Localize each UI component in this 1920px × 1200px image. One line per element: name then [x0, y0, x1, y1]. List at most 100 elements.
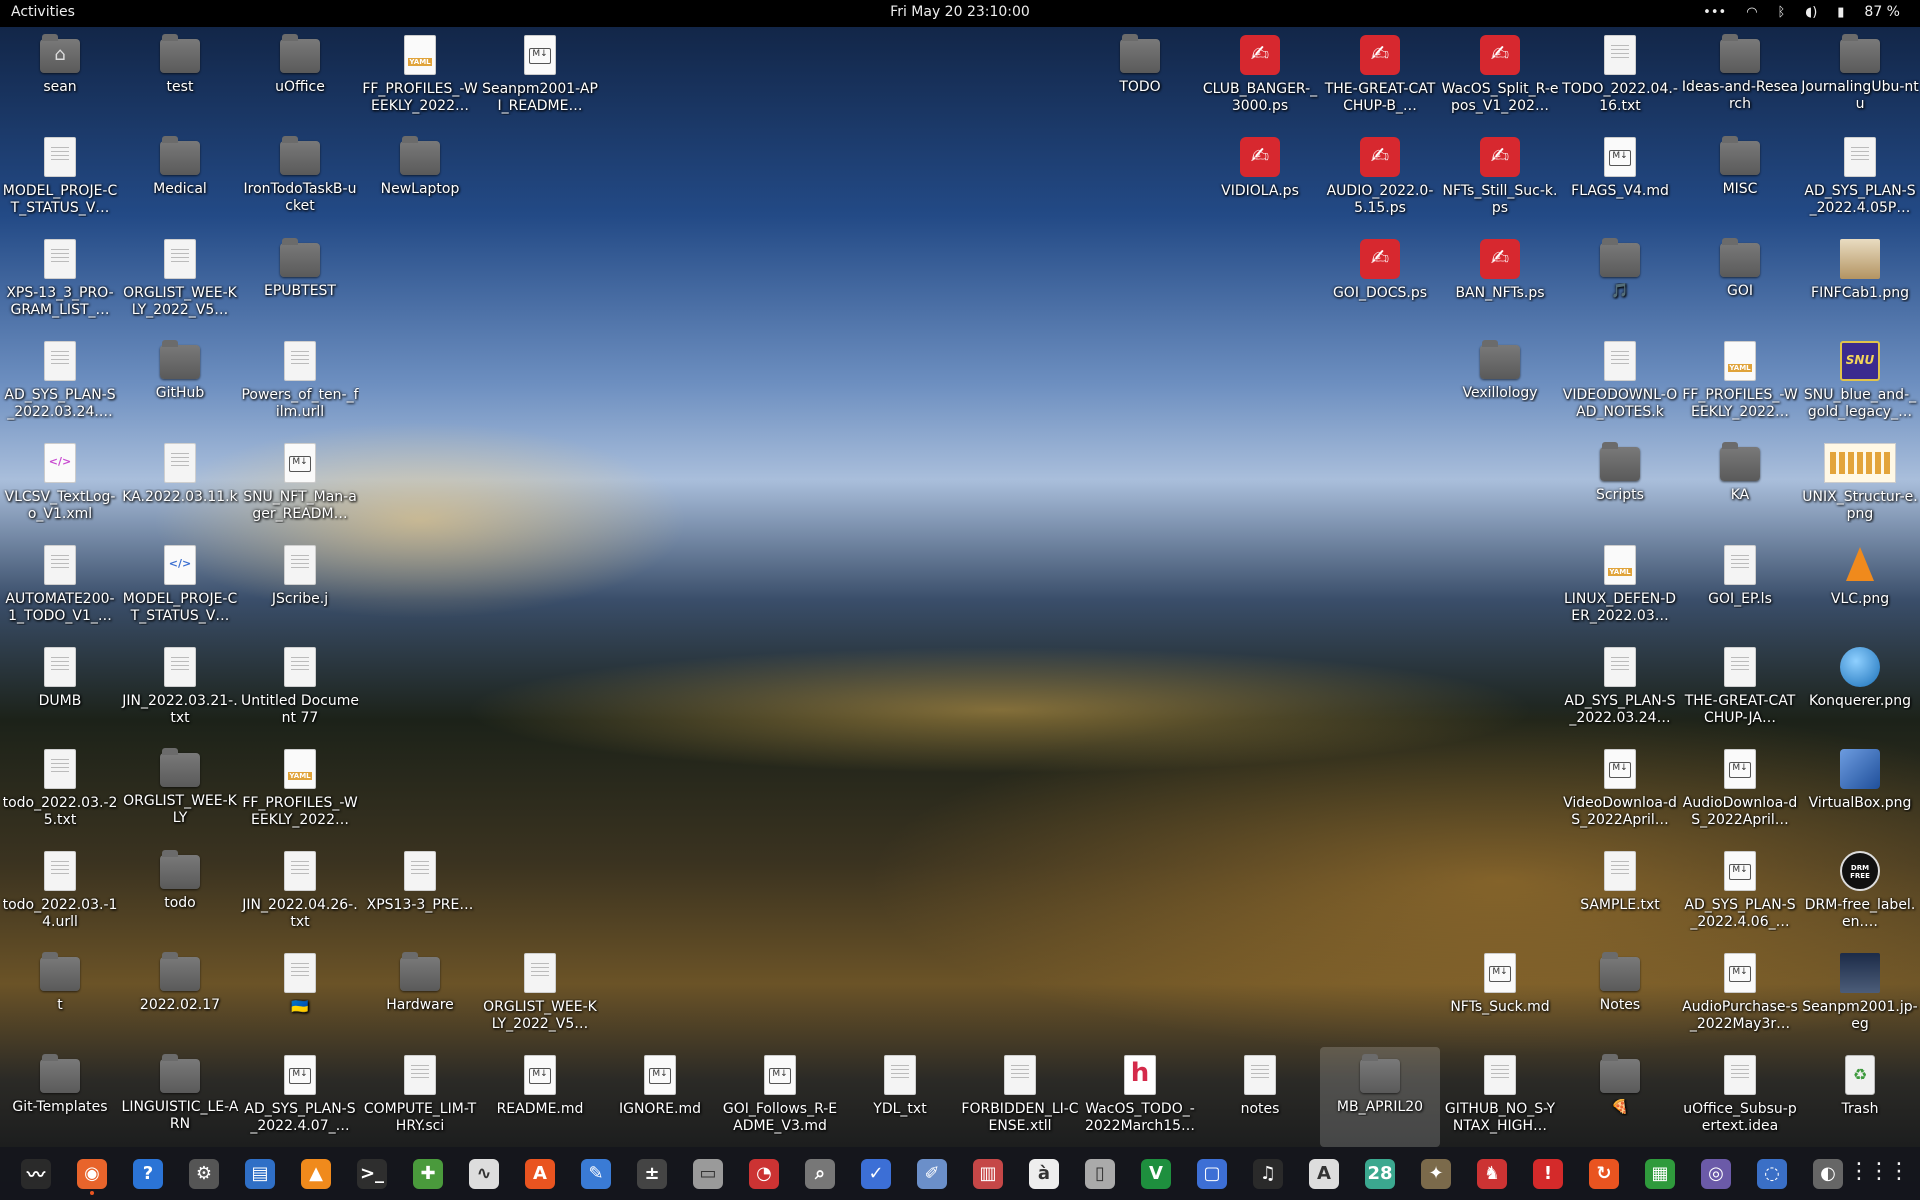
dock-app-update[interactable]: ↻ — [1576, 1151, 1632, 1197]
desktop-icon[interactable]: 2022.02.17 — [120, 945, 240, 1045]
dock-app-puzzle[interactable]: ✚ — [400, 1151, 456, 1197]
dock-app-search[interactable]: ⌕ — [792, 1151, 848, 1197]
desktop-icon[interactable]: NFTs_Still_Suc-k.ps — [1440, 129, 1560, 229]
desktop-icon[interactable]: FF_PROFILES_-WEEKLY_2022… — [1680, 333, 1800, 433]
dock-app-graph[interactable]: ∿ — [456, 1151, 512, 1197]
more-indicator-icon[interactable]: ••• — [1703, 5, 1726, 20]
desktop-icon[interactable]: MB_APRIL20 — [1320, 1047, 1440, 1147]
desktop-icon[interactable]: IronTodoTaskB-ucket — [240, 129, 360, 229]
desktop-icon[interactable]: AudioPurchase-s_2022May3r… — [1680, 945, 1800, 1045]
desktop-icon[interactable]: GOI_Follows_R-EADME_V3.md — [720, 1047, 840, 1147]
desktop-icon[interactable]: WacOS_TODO_-2022March15… — [1080, 1047, 1200, 1147]
desktop-icon[interactable]: FLAGS_V4.md — [1560, 129, 1680, 229]
dock-app-gimp[interactable]: ✦ — [1408, 1151, 1464, 1197]
dock-app-tasks[interactable]: ✓ — [848, 1151, 904, 1197]
desktop-icon[interactable]: WacOS_Split_R-epos_V1_202… — [1440, 27, 1560, 127]
desktop-icon[interactable]: MODEL_PROJE-CT_STATUS_V… — [120, 537, 240, 637]
desktop-icon[interactable]: Seanpm2001.jp-eg — [1800, 945, 1920, 1045]
desktop-icon[interactable]: DUMB — [0, 639, 120, 739]
dock-app-libreoffice-writer[interactable]: ▤ — [232, 1151, 288, 1197]
desktop-icon[interactable]: JIN_2022.04.26-.txt — [240, 843, 360, 943]
dock-app-vim[interactable]: V — [1128, 1151, 1184, 1197]
desktop-icon[interactable]: AD_SYS_PLAN-S_2022.03.24… — [1560, 639, 1680, 739]
desktop-icon[interactable]: VIDIOLA.ps — [1200, 129, 1320, 229]
desktop-icon[interactable]: Vexillology — [1440, 333, 1560, 433]
dock-app-system-monitor[interactable]: 〰 — [8, 1151, 64, 1197]
desktop-icon[interactable]: JIN_2022.03.21-.txt — [120, 639, 240, 739]
dock-app-archive[interactable]: ▯ — [1072, 1151, 1128, 1197]
desktop-icon[interactable]: README.md — [480, 1047, 600, 1147]
desktop-icon[interactable]: LINGUISTIC_LE-ARN — [120, 1047, 240, 1147]
desktop-icon[interactable]: FF_PROFILES_-WEEKLY_2022… — [360, 27, 480, 127]
desktop-icon[interactable]: Untitled Document 77 — [240, 639, 360, 739]
desktop-icon[interactable]: todo_2022.03.-14.urll — [0, 843, 120, 943]
desktop-icon[interactable]: GOI_EP.ls — [1680, 537, 1800, 637]
desktop-icon[interactable]: Powers_of_ten-_film.urll — [240, 333, 360, 433]
desktop-icon[interactable]: SNU_NFT_Man-ager_READM… — [240, 435, 360, 535]
desktop-icon[interactable]: VLC.png — [1800, 537, 1920, 637]
dock-app-screenshot[interactable]: ▢ — [1184, 1151, 1240, 1197]
dock-app-settings[interactable]: ⚙ — [176, 1151, 232, 1197]
desktop-icon[interactable]: Git-Templates — [0, 1047, 120, 1147]
desktop-icon[interactable]: THE-GREAT-CATCHUP-B_… — [1320, 27, 1440, 127]
desktop-icon[interactable]: AD_SYS_PLAN-S_2022.4.06_… — [1680, 843, 1800, 943]
desktop-icon[interactable]: MISC — [1680, 129, 1800, 229]
desktop-icon[interactable]: VideoDownloa-dS_2022April… — [1560, 741, 1680, 841]
desktop-icon[interactable]: TODO — [1080, 27, 1200, 127]
desktop-icon[interactable]: SAMPLE.txt — [1560, 843, 1680, 943]
desktop-icon[interactable]: Konquerer.png — [1800, 639, 1920, 739]
system-tray[interactable]: ••• ◠ ᛒ ◖) ▮ 87 % — [1703, 4, 1900, 20]
desktop-icon[interactable]: EPUBTEST — [240, 231, 360, 331]
desktop-icon[interactable]: 🍕 — [1560, 1047, 1680, 1147]
dock-app-reader[interactable]: ▥ — [960, 1151, 1016, 1197]
desktop-icon[interactable]: NFTs_Suck.md — [1440, 945, 1560, 1045]
desktop-icon[interactable]: GOI_DOCS.ps — [1320, 231, 1440, 331]
desktop-icon[interactable]: JScribe.j — [240, 537, 360, 637]
desktop-icon[interactable]: t — [0, 945, 120, 1045]
desktop-icon[interactable]: VIDEODOWNL-OAD_NOTES.k — [1560, 333, 1680, 433]
desktop-icon[interactable]: SNU_blue_and-_gold_legacy_… — [1800, 333, 1920, 433]
desktop-icon[interactable]: KA.2022.03.11.k — [120, 435, 240, 535]
desktop-icon[interactable]: THE-GREAT-CATCHUP-JA… — [1680, 639, 1800, 739]
desktop-icon[interactable]: Ideas-and-Research — [1680, 27, 1800, 127]
desktop-icon[interactable]: MODEL_PROJE-CT_STATUS_V… — [0, 129, 120, 229]
dock-app-pdf[interactable]: A — [1296, 1151, 1352, 1197]
dock-app-blender[interactable]: ◌ — [1744, 1151, 1800, 1197]
desktop-icon[interactable]: Hardware — [360, 945, 480, 1045]
desktop-icon[interactable]: YDL_txt — [840, 1047, 960, 1147]
dock-app-spreadsheet[interactable]: ▦ — [1632, 1151, 1688, 1197]
desktop-icon[interactable]: 🇺🇦 — [240, 945, 360, 1045]
volume-icon[interactable]: ◖) — [1805, 5, 1817, 20]
desktop-icon[interactable]: Scripts — [1560, 435, 1680, 535]
desktop-icon[interactable]: uOffice_Subsu-pertext.idea — [1680, 1047, 1800, 1147]
desktop-icon[interactable]: 🎵 — [1560, 231, 1680, 331]
dock-app-music[interactable]: ♫ — [1240, 1151, 1296, 1197]
desktop-icon[interactable]: IGNORE.md — [600, 1047, 720, 1147]
desktop-icon[interactable]: FF_PROFILES_-WEEKLY_2022… — [240, 741, 360, 841]
desktop-icon[interactable]: GitHub — [120, 333, 240, 433]
desktop-icon[interactable]: VirtualBox.png — [1800, 741, 1920, 841]
dock-app-camera[interactable]: ◎ — [1688, 1151, 1744, 1197]
desktop-icon[interactable]: CLUB_BANGER-_3000.ps — [1200, 27, 1320, 127]
desktop-icon[interactable]: GOI — [1680, 231, 1800, 331]
desktop-icon[interactable]: AudioDownloa-dS_2022April… — [1680, 741, 1800, 841]
desktop-icon[interactable]: uOffice — [240, 27, 360, 127]
desktop-icon[interactable]: GITHUB_NO_S-YNTAX_HIGH… — [1440, 1047, 1560, 1147]
dock-app-firefox[interactable]: ◉ — [64, 1151, 120, 1197]
desktop-icon[interactable]: DRM-free_label.en.… — [1800, 843, 1920, 943]
desktop-icon[interactable]: AD_SYS_PLAN-S_2022.4.07_… — [240, 1047, 360, 1147]
desktop-icon[interactable]: VLCSV_TextLog-o_V1.xml — [0, 435, 120, 535]
desktop-icon[interactable]: ORGLIST_WEE-KLY_2022_V5… — [120, 231, 240, 331]
bluetooth-icon[interactable]: ᛒ — [1778, 5, 1786, 20]
desktop-icon[interactable]: AD_SYS_PLAN-S_2022.03.24.… — [0, 333, 120, 433]
wifi-icon[interactable]: ◠ — [1746, 5, 1757, 20]
desktop-icon[interactable]: todo — [120, 843, 240, 943]
battery-icon[interactable]: ▮ — [1837, 5, 1844, 20]
dock-app-help[interactable]: ? — [120, 1151, 176, 1197]
dock-app-calendar[interactable]: 28 — [1352, 1151, 1408, 1197]
desktop-icon[interactable]: FINFCab1.png — [1800, 231, 1920, 331]
desktop-icon[interactable]: TODO_2022.04.-16.txt — [1560, 27, 1680, 127]
dock-app-character-map[interactable]: à — [1016, 1151, 1072, 1197]
desktop-icon[interactable]: COMPUTE_LIM-THRY.sci — [360, 1047, 480, 1147]
show-apps-grid-icon[interactable]: ⋮⋮⋮ — [1848, 1159, 1910, 1184]
